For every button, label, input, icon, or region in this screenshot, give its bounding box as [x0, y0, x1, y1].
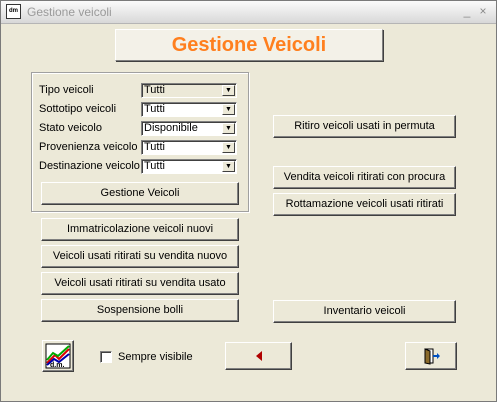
- ritiro-permuta-button[interactable]: Ritiro veicoli usati in permuta: [273, 115, 456, 138]
- immatricolazione-button[interactable]: Immatricolazione veicoli nuovi: [41, 218, 239, 241]
- minimize-button[interactable]: _: [460, 4, 474, 18]
- inventario-veicoli-button[interactable]: Inventario veicoli: [273, 300, 456, 323]
- vendita-procura-button[interactable]: Vendita veicoli ritirati con procura: [273, 166, 456, 189]
- chevron-down-icon[interactable]: ▼: [222, 85, 235, 96]
- chevron-down-icon[interactable]: ▼: [222, 104, 235, 115]
- exit-button[interactable]: [405, 342, 457, 370]
- tipo-veicoli-select[interactable]: Tutti ▼: [141, 83, 237, 98]
- window-title: Gestione veicoli: [27, 5, 112, 19]
- stato-veicolo-value: Disponibile: [144, 122, 198, 134]
- logo-button[interactable]: d.m.: [42, 340, 74, 372]
- app-logo-icon: d.m.: [45, 343, 71, 369]
- back-button[interactable]: [225, 342, 292, 370]
- usati-vendita-nuovo-button[interactable]: Veicoli usati ritirati su vendita nuovo: [41, 245, 239, 268]
- rottamazione-button[interactable]: Rottamazione veicoli usati ritirati: [273, 193, 456, 216]
- destinazione-veicolo-value: Tutti: [144, 160, 165, 172]
- usati-vendita-usato-button[interactable]: Veicoli usati ritirati su vendita usato: [41, 272, 239, 295]
- exit-door-icon: [424, 348, 440, 365]
- close-button[interactable]: ×: [476, 4, 490, 18]
- title-bar: dm Gestione veicoli _ ×: [1, 1, 496, 24]
- destinazione-veicolo-select[interactable]: Tutti ▼: [141, 159, 237, 174]
- sospensione-bolli-button[interactable]: Sospensione bolli: [41, 299, 239, 322]
- sottotipo-veicoli-value: Tutti: [144, 103, 165, 115]
- tipo-veicoli-label: Tipo veicoli: [39, 84, 94, 96]
- stato-veicolo-select[interactable]: Disponibile ▼: [141, 121, 237, 136]
- stato-veicolo-label: Stato veicolo: [39, 122, 102, 134]
- sempre-visibile-checkbox[interactable]: [100, 351, 112, 363]
- provenienza-veicolo-value: Tutti: [144, 141, 165, 153]
- provenienza-veicolo-select[interactable]: Tutti ▼: [141, 140, 237, 155]
- app-icon: dm: [6, 4, 21, 19]
- sottotipo-veicoli-select[interactable]: Tutti ▼: [141, 102, 237, 117]
- tipo-veicoli-value: Tutti: [144, 84, 165, 96]
- page-title: Gestione Veicoli: [115, 29, 383, 61]
- gestione-veicoli-button[interactable]: Gestione Veicoli: [41, 182, 239, 205]
- back-arrow-icon: [255, 351, 262, 361]
- sottotipo-veicoli-label: Sottotipo veicoli: [39, 103, 117, 115]
- chevron-down-icon[interactable]: ▼: [222, 123, 235, 134]
- provenienza-veicolo-label: Provenienza veicolo: [39, 141, 138, 153]
- svg-text:d.m.: d.m.: [50, 362, 64, 369]
- chevron-down-icon[interactable]: ▼: [222, 142, 235, 153]
- chevron-down-icon[interactable]: ▼: [222, 161, 235, 172]
- destinazione-veicolo-label: Destinazione veicolo: [39, 160, 140, 172]
- sempre-visibile-label: Sempre visibile: [118, 351, 193, 363]
